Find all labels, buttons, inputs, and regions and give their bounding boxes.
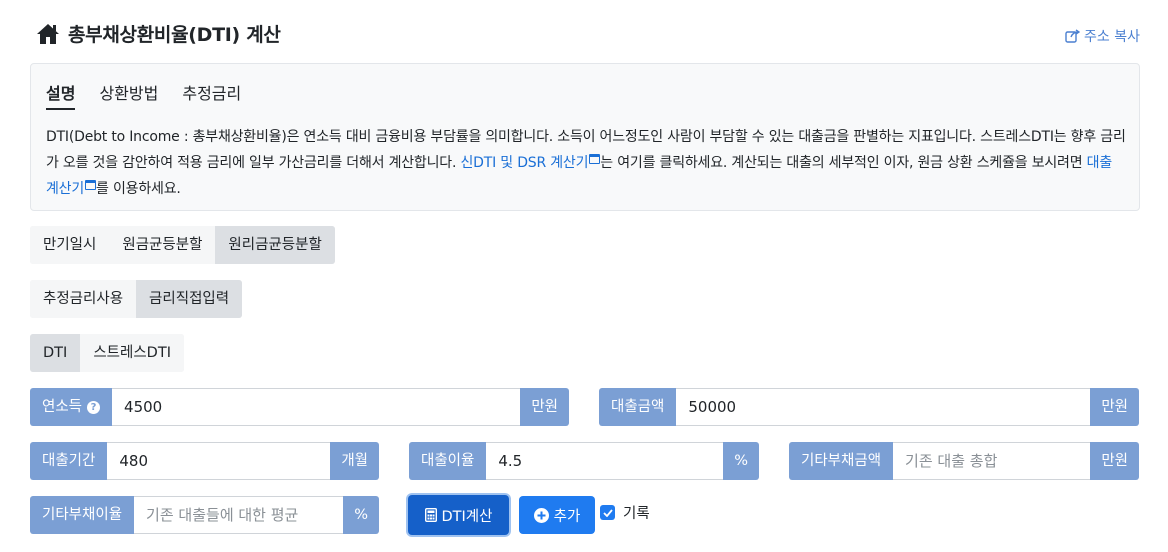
other-debt-amount-unit: 만원 xyxy=(1090,442,1139,480)
annual-income-group: 연소득 ? 만원 xyxy=(30,388,569,426)
add-button[interactable]: 추가 xyxy=(519,496,595,534)
other-debt-amount-group: 기타부채금액 만원 xyxy=(789,442,1139,480)
rate-mode-group: 추정금리사용 금리직접입력 xyxy=(30,280,243,318)
other-debt-rate-input[interactable] xyxy=(134,496,344,534)
info-text-part2: 는 여기를 클릭하세요. 계산되는 대출의 세부적인 이자, 원금 상환 스케쥴… xyxy=(600,155,1087,171)
new-dti-dsr-link-label: 신DTI 및 DSR 계산기 xyxy=(460,155,589,171)
dti-button[interactable]: DTI xyxy=(30,334,81,372)
loan-period-unit: 개월 xyxy=(330,442,379,480)
tab-estimated-rate[interactable]: 추정금리 xyxy=(182,80,241,110)
info-description: DTI(Debt to Income : 총부채상환비율)은 연소득 대비 금융… xyxy=(46,124,1126,202)
tab-description[interactable]: 설명 xyxy=(46,80,76,110)
loan-rate-label: 대출이율 xyxy=(409,442,487,480)
dti-mode-group: DTI 스트레스DTI xyxy=(30,334,184,372)
loan-period-group: 대출기간 개월 xyxy=(30,442,379,480)
add-label: 추가 xyxy=(553,508,581,525)
copy-address-link[interactable]: 주소 복사 xyxy=(1065,26,1140,46)
tab-repayment-method[interactable]: 상환방법 xyxy=(99,80,158,110)
page-title: 총부채상환비율(DTI) 계산 xyxy=(68,24,281,46)
loan-rate-input[interactable] xyxy=(486,442,724,480)
record-checkbox-wrap[interactable]: 기록 xyxy=(600,502,650,523)
use-estimated-rate-button[interactable]: 추정금리사용 xyxy=(30,280,137,318)
direct-rate-input-button[interactable]: 금리직접입력 xyxy=(136,280,243,318)
loan-amount-unit: 만원 xyxy=(1090,388,1139,426)
annual-income-label-text: 연소득 xyxy=(42,399,83,415)
repayment-bullet-button[interactable]: 만기일시 xyxy=(30,226,110,264)
copy-address-label: 주소 복사 xyxy=(1084,29,1140,45)
annual-income-unit: 만원 xyxy=(520,388,569,426)
other-debt-rate-unit: % xyxy=(343,496,379,534)
calculator-icon xyxy=(424,508,437,522)
repayment-method-group: 만기일시 원금균등분할 원리금균등분할 xyxy=(30,226,335,264)
external-window-icon xyxy=(589,154,601,164)
new-dti-dsr-calculator-link[interactable]: 신DTI 및 DSR 계산기 xyxy=(460,154,601,171)
external-window-icon xyxy=(85,180,97,190)
loan-period-label: 대출기간 xyxy=(30,442,108,480)
page-header: 총부채상환비율(DTI) 계산 주소 복사 xyxy=(36,20,1140,50)
loan-amount-group: 대출금액 만원 xyxy=(599,388,1139,426)
repayment-equal-installment-button[interactable]: 원리금균등분할 xyxy=(215,226,335,264)
home-icon xyxy=(37,23,59,44)
loan-rate-group: 대출이율 % xyxy=(409,442,759,480)
loan-amount-label: 대출금액 xyxy=(599,388,677,426)
plus-circle-icon xyxy=(533,507,549,523)
question-icon[interactable]: ? xyxy=(87,400,101,414)
dti-calculate-label: DTI계산 xyxy=(441,508,493,525)
other-debt-rate-group: 기타부채이율 % xyxy=(30,496,379,534)
share-icon xyxy=(1065,29,1081,43)
title-wrap: 총부채상환비율(DTI) 계산 xyxy=(36,20,281,47)
other-debt-amount-input[interactable] xyxy=(893,442,1091,480)
record-label: 기록 xyxy=(623,506,650,522)
loan-rate-unit: % xyxy=(723,442,759,480)
info-panel: 설명 상환방법 추정금리 DTI(Debt to Income : 총부채상환비… xyxy=(30,63,1140,211)
record-checkbox[interactable] xyxy=(600,505,615,520)
repayment-equal-principal-button[interactable]: 원금균등분할 xyxy=(109,226,216,264)
loan-amount-input[interactable] xyxy=(676,388,1091,426)
other-debt-amount-label: 기타부채금액 xyxy=(789,442,894,480)
info-text-part3: 를 이용하세요. xyxy=(96,181,181,197)
annual-income-input[interactable] xyxy=(112,388,521,426)
annual-income-label: 연소득 ? xyxy=(30,388,113,426)
check-icon xyxy=(602,508,613,517)
stress-dti-button[interactable]: 스트레스DTI xyxy=(80,334,184,372)
dti-calculate-button[interactable]: DTI계산 xyxy=(408,495,509,535)
loan-period-input[interactable] xyxy=(107,442,331,480)
info-tabs: 설명 상환방법 추정금리 xyxy=(46,80,265,110)
other-debt-rate-label: 기타부채이율 xyxy=(30,496,135,534)
